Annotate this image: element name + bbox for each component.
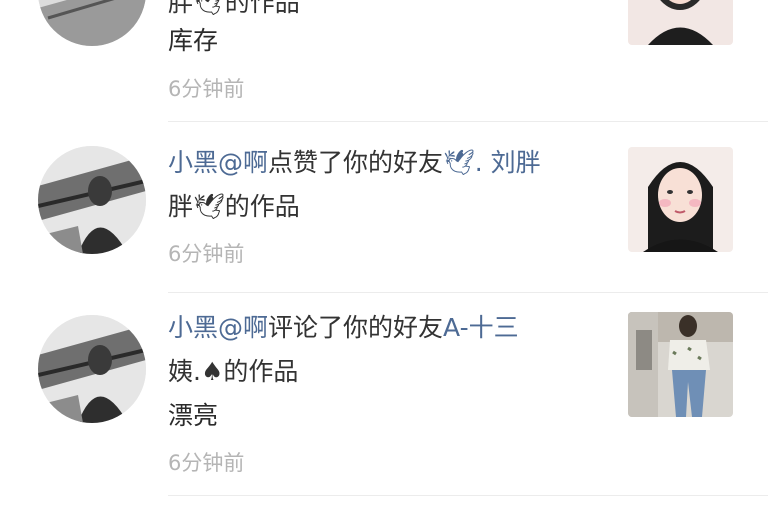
post-thumbnail[interactable] (628, 0, 733, 45)
notification-item[interactable]: 胖🕊的作品 库存 6分钟前 (0, 0, 768, 122)
comment-text: 库存 (168, 26, 219, 55)
avatar[interactable] (38, 315, 146, 423)
notification-line-2: 胖🕊的作品 (168, 0, 300, 17)
notification-item[interactable]: 小黑@啊评论了你的好友A-十三 姨.♠的作品 漂亮 6分钟前 (0, 295, 768, 510)
action-text: 点赞了你的好友 (268, 148, 444, 177)
notification-line-1: 小黑@啊评论了你的好友A-十三 (168, 311, 519, 345)
friend-name[interactable]: 🕊. 刘胖 (443, 148, 541, 177)
notification-line-1: 小黑@啊点赞了你的好友🕊. 刘胖 (168, 146, 541, 180)
friend-name[interactable]: A-十三 (443, 313, 519, 342)
timestamp: 6分钟前 (168, 242, 245, 266)
avatar[interactable] (38, 0, 146, 46)
timestamp: 6分钟前 (168, 451, 245, 475)
notification-line-2: 姨.♠的作品 (168, 357, 299, 386)
post-thumbnail[interactable] (628, 312, 733, 417)
divider (168, 495, 768, 496)
comment-text: 漂亮 (168, 401, 219, 430)
action-text: 评论了你的好友 (268, 313, 444, 342)
user-name[interactable]: 小黑@啊 (168, 148, 268, 177)
divider (168, 292, 768, 293)
notification-item[interactable]: 小黑@啊点赞了你的好友🕊. 刘胖 胖🕊的作品 6分钟前 (0, 122, 768, 295)
notification-line-2: 胖🕊的作品 (168, 192, 300, 221)
timestamp: 6分钟前 (168, 77, 245, 101)
avatar[interactable] (38, 146, 146, 254)
post-thumbnail[interactable] (628, 147, 733, 252)
user-name[interactable]: 小黑@啊 (168, 313, 268, 342)
